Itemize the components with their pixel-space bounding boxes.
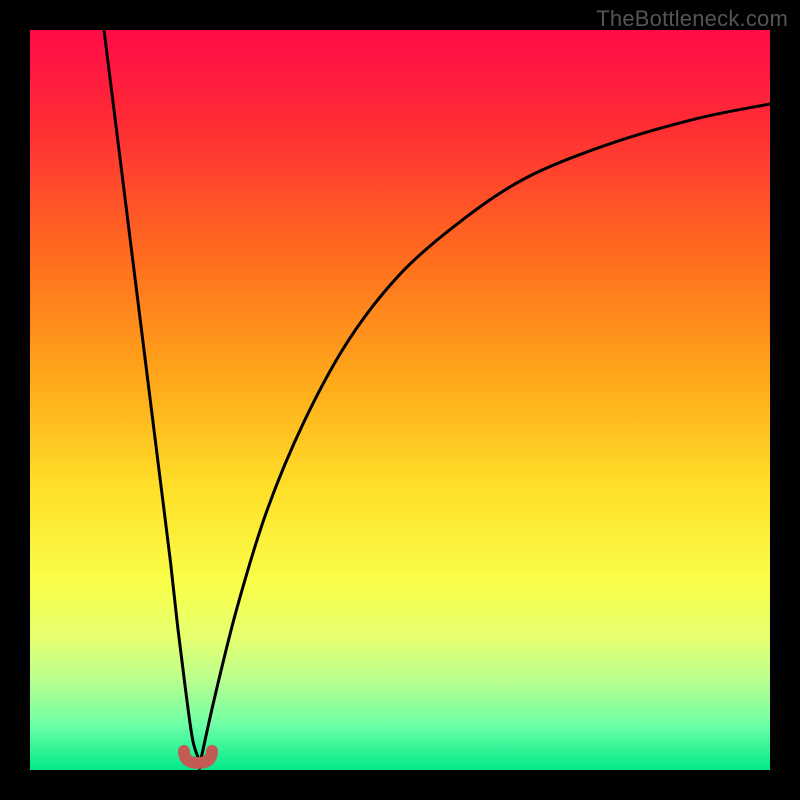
watermark-text: TheBottleneck.com bbox=[596, 6, 788, 32]
plot-svg bbox=[30, 30, 770, 770]
bottleneck-plot bbox=[30, 30, 770, 770]
gradient-background bbox=[30, 30, 770, 770]
chart-stage: TheBottleneck.com bbox=[0, 0, 800, 800]
